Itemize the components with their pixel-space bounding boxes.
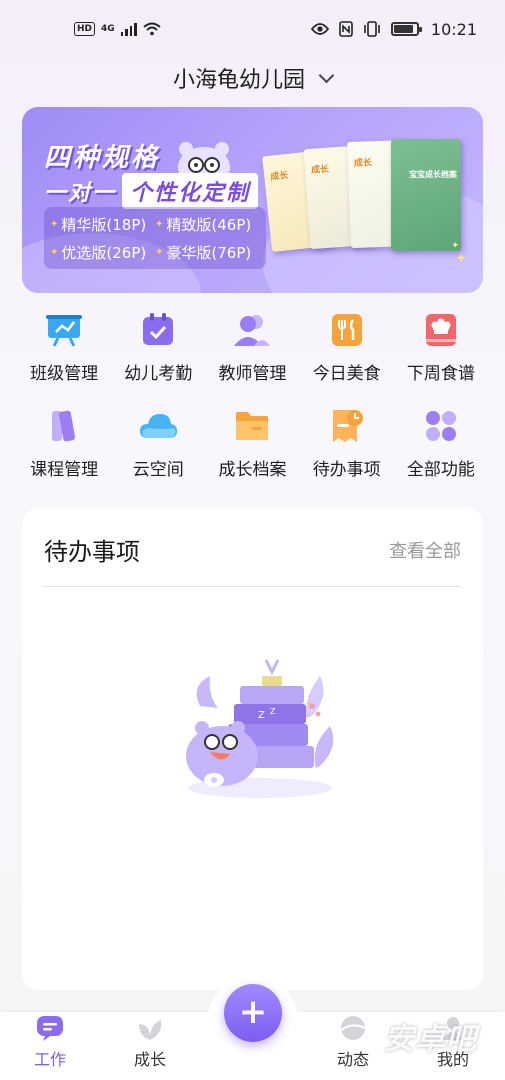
network-type: 4G (101, 24, 115, 34)
eye-icon (310, 23, 329, 35)
tab-growth[interactable]: 成长 (115, 1014, 185, 1070)
status-right: 10:21 (310, 19, 477, 39)
school-selector[interactable]: 小海龟幼儿园 (0, 58, 505, 98)
star-icon: ✦ (155, 246, 164, 258)
banner-books-image: 成长 成长 成长 宝宝成长档案 (262, 133, 463, 273)
book-cover: 宝宝成长档案 (391, 139, 461, 251)
banner-subtitle: 一对一 个性化定制 (44, 173, 259, 209)
status-bar: HD 4G 10:21 (0, 0, 505, 58)
app-page: HD 4G 10:21 小海龟幼儿园 四种规格 一对一 个性化定制 ✦ 精华版(… (0, 0, 505, 1080)
class-management-icon (46, 315, 83, 347)
size-label: 精华版(18P) (61, 215, 147, 234)
todo-icon (332, 410, 363, 442)
func-course[interactable]: 课程管理 (17, 406, 111, 480)
plus-icon: + (238, 991, 268, 1032)
size-label: 豪华版(76P) (166, 243, 252, 262)
star-icon: ✦ (50, 218, 59, 230)
size-label: 优选版(26P) (61, 243, 147, 262)
vibrate-icon (364, 21, 380, 37)
sparkle-icon: ✦ (455, 251, 467, 267)
status-time: 10:21 (430, 19, 477, 39)
nfc-icon (339, 21, 353, 37)
banner-size-list: ✦ 精华版(18P) ✦ 精致版(46P) ✦ 优选版(26P) ✦ 豪华版(76P) (44, 207, 266, 269)
signal-icon (120, 22, 137, 36)
cloud-icon (140, 414, 178, 438)
func-label: 课程管理 (30, 460, 99, 480)
teacher-icon (234, 315, 271, 346)
todo-header: 待办事项 查看全部 (44, 532, 461, 567)
book-title: 成长 (310, 164, 330, 176)
svg-text:Z: Z (258, 710, 265, 721)
moments-icon (340, 1016, 366, 1040)
hd-badge: HD (74, 22, 96, 36)
recipe-icon (425, 314, 456, 346)
size-item: ✦ 精华版(18P) (50, 211, 155, 237)
func-recipe[interactable]: 下周食谱 (394, 310, 488, 384)
tab-work[interactable]: 工作 (15, 1014, 85, 1070)
func-food[interactable]: 今日美食 (300, 310, 394, 384)
star-icon: ✦ (155, 218, 164, 230)
food-icon (331, 314, 362, 346)
folder-icon (236, 412, 269, 440)
banner-subtitle-part2: 个性化定制 (122, 173, 259, 209)
view-all-link[interactable]: 查看全部 (389, 537, 461, 563)
book-title: 宝宝成长档案 (409, 170, 457, 179)
todo-title: 待办事项 (44, 538, 140, 566)
func-todo[interactable]: 待办事项 (300, 406, 394, 480)
func-cloud[interactable]: 云空间 (111, 406, 205, 480)
status-left: HD 4G (74, 22, 161, 36)
book-title: 成长 (269, 170, 289, 183)
func-label: 云空间 (132, 460, 184, 480)
func-all[interactable]: 全部功能 (394, 406, 488, 480)
work-icon (37, 1016, 63, 1041)
banner-title: 四种规格 (44, 143, 161, 173)
func-growth-archive[interactable]: 成长档案 (205, 406, 299, 480)
sparkle-icon: ✦ (451, 241, 459, 251)
tab-label: 成长 (133, 1050, 166, 1069)
func-label: 下周食谱 (406, 364, 475, 384)
banner-subtitle-part1: 一对一 (44, 181, 117, 206)
todo-card: 待办事项 查看全部 Z Z (22, 508, 483, 990)
add-button[interactable]: + (224, 984, 282, 1042)
battery-icon (390, 22, 422, 36)
chevron-down-icon (318, 67, 335, 83)
func-label: 待办事项 (312, 460, 381, 480)
size-label: 精致版(46P) (166, 215, 252, 234)
attendance-icon (143, 313, 174, 345)
watermark-logo: 安卓吧 (384, 1022, 477, 1057)
func-attendance[interactable]: 幼儿考勤 (111, 310, 205, 384)
star-icon: ✦ (50, 246, 59, 258)
func-label: 班级管理 (30, 364, 99, 384)
func-class-management[interactable]: 班级管理 (17, 310, 111, 384)
func-label: 幼儿考勤 (124, 364, 193, 384)
empty-state-illustration: Z Z (186, 659, 334, 798)
school-name: 小海龟幼儿园 (172, 68, 305, 93)
tab-label: 动态 (336, 1050, 369, 1069)
function-grid: 班级管理 幼儿考勤 教师管理 今日美食 下周食谱 课程管理 云空间 成长档案 待… (17, 310, 488, 480)
promo-banner[interactable]: 四种规格 一对一 个性化定制 ✦ 精华版(18P) ✦ 精致版(46P) ✦ 优选版(… (22, 107, 483, 293)
tab-moments[interactable]: 动态 (318, 1014, 388, 1070)
size-item: ✦ 优选版(26P) (50, 239, 155, 265)
wifi-icon (143, 22, 161, 36)
svg-text:Z: Z (270, 707, 276, 716)
func-teacher[interactable]: 教师管理 (205, 310, 299, 384)
course-icon (52, 410, 76, 442)
size-item: ✦ 豪华版(76P) (155, 239, 260, 265)
size-item: ✦ 精致版(46P) (155, 211, 260, 237)
func-label: 今日美食 (312, 364, 381, 384)
func-label: 成长档案 (218, 460, 287, 480)
func-label: 教师管理 (218, 364, 287, 384)
book-title: 成长 (353, 158, 373, 169)
growth-icon (139, 1020, 162, 1040)
tab-label: 工作 (33, 1050, 66, 1069)
func-label: 全部功能 (406, 460, 475, 480)
all-functions-icon (425, 411, 456, 441)
divider (42, 586, 461, 587)
